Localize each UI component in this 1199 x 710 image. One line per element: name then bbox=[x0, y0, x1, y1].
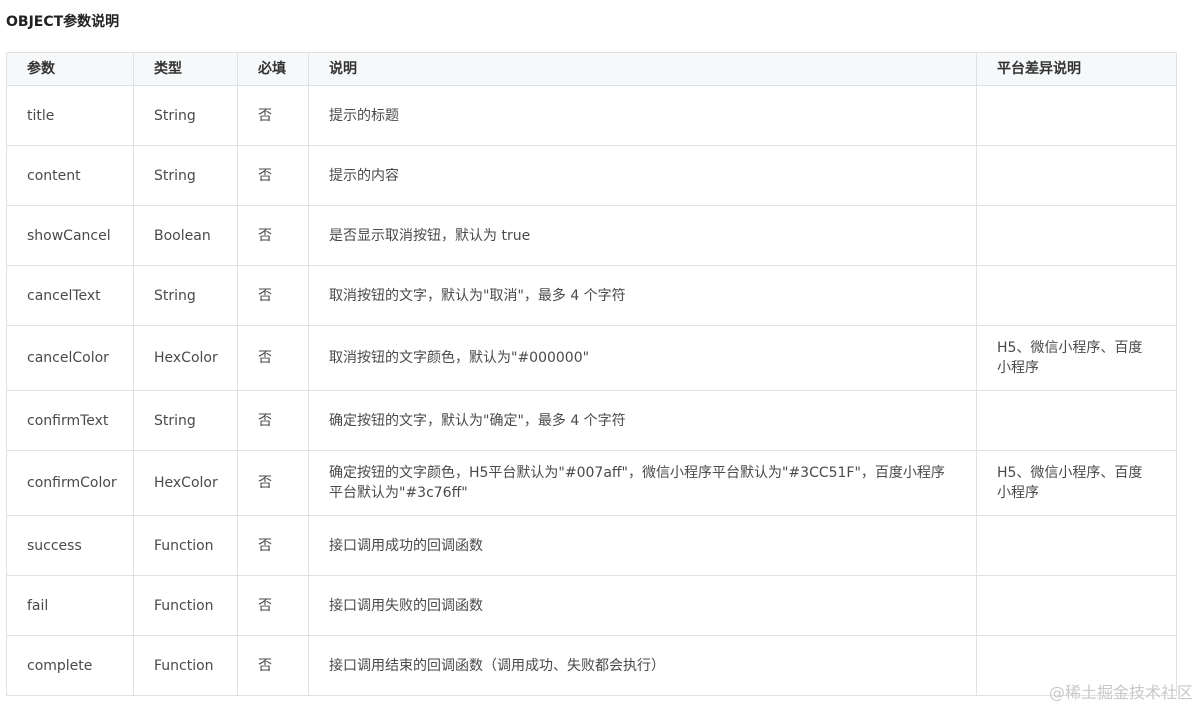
cell-type: String bbox=[133, 390, 238, 451]
cell-required: 否 bbox=[237, 635, 309, 696]
cell-platform: H5、微信小程序、百度小程序 bbox=[976, 325, 1177, 391]
cell-type: String bbox=[133, 85, 238, 146]
cell-type: Boolean bbox=[133, 205, 238, 266]
table-row: confirmColor HexColor 否 确定按钮的文字颜色，H5平台默认… bbox=[6, 450, 1177, 516]
cell-param: cancelColor bbox=[6, 325, 134, 391]
cell-description: 确定按钮的文字，默认为"确定"，最多 4 个字符 bbox=[308, 390, 977, 451]
cell-description: 接口调用结束的回调函数（调用成功、失败都会执行） bbox=[308, 635, 977, 696]
cell-platform bbox=[976, 265, 1177, 326]
header-param: 参数 bbox=[6, 52, 134, 86]
cell-required: 否 bbox=[237, 515, 309, 576]
table-row: cancelText String 否 取消按钮的文字，默认为"取消"，最多 4… bbox=[6, 265, 1177, 326]
cell-description: 接口调用成功的回调函数 bbox=[308, 515, 977, 576]
cell-type: Function bbox=[133, 515, 238, 576]
cell-type: HexColor bbox=[133, 450, 238, 516]
table-row: fail Function 否 接口调用失败的回调函数 bbox=[6, 575, 1177, 636]
header-required: 必填 bbox=[237, 52, 309, 86]
header-platform: 平台差异说明 bbox=[976, 52, 1177, 86]
cell-description: 接口调用失败的回调函数 bbox=[308, 575, 977, 636]
table-row: success Function 否 接口调用成功的回调函数 bbox=[6, 515, 1177, 576]
cell-param: fail bbox=[6, 575, 134, 636]
cell-type: HexColor bbox=[133, 325, 238, 391]
header-type: 类型 bbox=[133, 52, 238, 86]
cell-description: 取消按钮的文字颜色，默认为"#000000" bbox=[308, 325, 977, 391]
cell-type: String bbox=[133, 265, 238, 326]
cell-platform bbox=[976, 205, 1177, 266]
header-description: 说明 bbox=[308, 52, 977, 86]
cell-required: 否 bbox=[237, 390, 309, 451]
cell-type: Function bbox=[133, 635, 238, 696]
cell-platform bbox=[976, 390, 1177, 451]
cell-required: 否 bbox=[237, 145, 309, 206]
cell-description: 提示的标题 bbox=[308, 85, 977, 146]
cell-required: 否 bbox=[237, 325, 309, 391]
cell-platform bbox=[976, 145, 1177, 206]
cell-param: confirmText bbox=[6, 390, 134, 451]
table-row: complete Function 否 接口调用结束的回调函数（调用成功、失败都… bbox=[6, 635, 1177, 696]
cell-param: content bbox=[6, 145, 134, 206]
cell-type: Function bbox=[133, 575, 238, 636]
cell-description: 提示的内容 bbox=[308, 145, 977, 206]
cell-description: 确定按钮的文字颜色，H5平台默认为"#007aff"，微信小程序平台默认为"#3… bbox=[308, 450, 977, 516]
table-row: title String 否 提示的标题 bbox=[6, 85, 1177, 146]
watermark: @稀土掘金技术社区 bbox=[1048, 683, 1193, 702]
table-header-row: 参数 类型 必填 说明 平台差异说明 bbox=[6, 52, 1177, 86]
cell-required: 否 bbox=[237, 265, 309, 326]
cell-required: 否 bbox=[237, 450, 309, 516]
cell-platform: H5、微信小程序、百度小程序 bbox=[976, 450, 1177, 516]
cell-required: 否 bbox=[237, 575, 309, 636]
cell-param: showCancel bbox=[6, 205, 134, 266]
table-row: content String 否 提示的内容 bbox=[6, 145, 1177, 206]
cell-param: success bbox=[6, 515, 134, 576]
cell-required: 否 bbox=[237, 205, 309, 266]
table-row: confirmText String 否 确定按钮的文字，默认为"确定"，最多 … bbox=[6, 390, 1177, 451]
table-row: showCancel Boolean 否 是否显示取消按钮，默认为 true bbox=[6, 205, 1177, 266]
cell-type: String bbox=[133, 145, 238, 206]
table-row: cancelColor HexColor 否 取消按钮的文字颜色，默认为"#00… bbox=[6, 325, 1177, 391]
cell-param: complete bbox=[6, 635, 134, 696]
cell-description: 取消按钮的文字，默认为"取消"，最多 4 个字符 bbox=[308, 265, 977, 326]
section-title: OBJECT参数说明 bbox=[6, 14, 120, 30]
cell-param: title bbox=[6, 85, 134, 146]
cell-param: cancelText bbox=[6, 265, 134, 326]
cell-param: confirmColor bbox=[6, 450, 134, 516]
cell-platform bbox=[976, 85, 1177, 146]
params-table: 参数 类型 必填 说明 平台差异说明 title String 否 提示的标题 … bbox=[6, 52, 1177, 696]
cell-description: 是否显示取消按钮，默认为 true bbox=[308, 205, 977, 266]
cell-platform bbox=[976, 575, 1177, 636]
cell-platform bbox=[976, 515, 1177, 576]
cell-required: 否 bbox=[237, 85, 309, 146]
